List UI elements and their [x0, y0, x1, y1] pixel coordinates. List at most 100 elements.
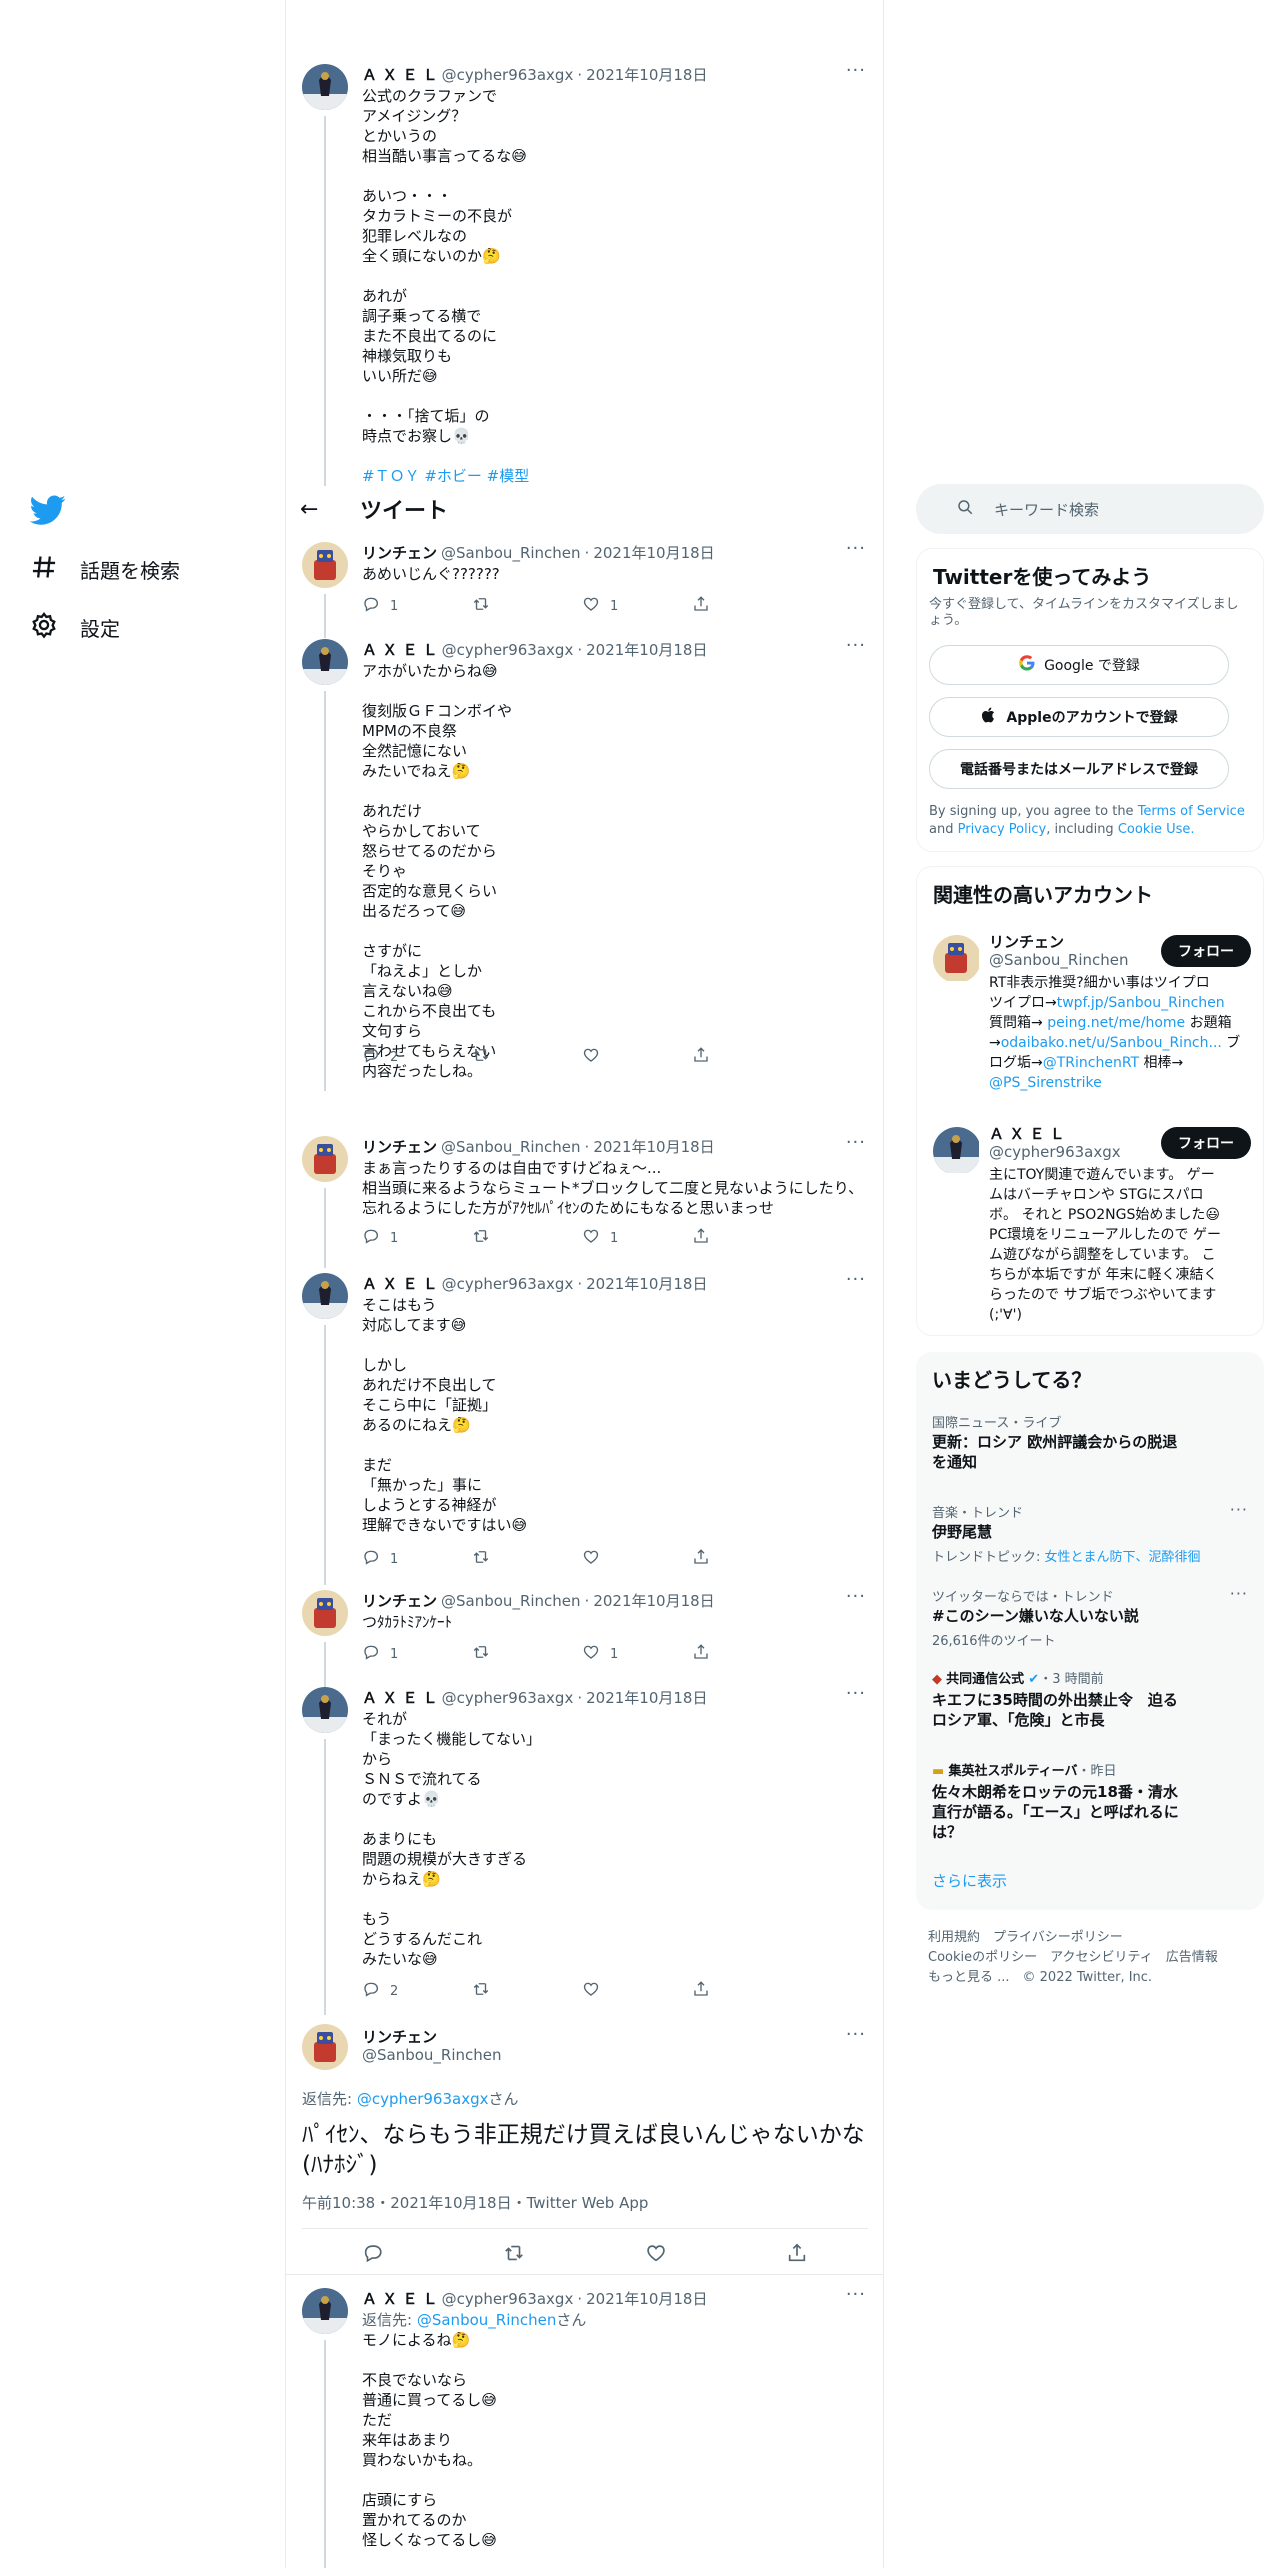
- avatar[interactable]: [302, 1590, 348, 1636]
- footer-links[interactable]: もっと見る ... © 2022 Twitter, Inc.: [928, 1966, 1152, 1985]
- retweet-button[interactable]: [472, 1981, 582, 2001]
- bio-link[interactable]: odaibako.net/u/Sanbou_Rinch...: [1001, 1035, 1222, 1051]
- share-icon[interactable]: [786, 2242, 808, 2268]
- avatar[interactable]: [302, 542, 348, 588]
- reply-button[interactable]: 1: [362, 596, 472, 616]
- trend-item[interactable]: ツイッターならでは・トレンド ··· #このシーン嫌いな人いない説 26,616…: [916, 1584, 1264, 1666]
- follow-button[interactable]: フォロー: [1161, 1127, 1251, 1159]
- author-name[interactable]: Ａ Ｘ Ｅ Ｌ: [362, 639, 438, 660]
- author-name[interactable]: リンチェン: [362, 542, 437, 563]
- tweet-date[interactable]: 2021年10月18日: [586, 639, 707, 660]
- reply-button[interactable]: 1: [362, 1644, 472, 1664]
- tweet[interactable]: Ａ Ｘ Ｅ Ｌ @cypher963axgx · 2021年10月18日 ···…: [286, 1683, 883, 2015]
- news-item[interactable]: ▬ 集英社スポルティーバ・昨日 佐々木朗希をロッテの元18番・清水直行が語る。「…: [916, 1760, 1264, 1856]
- terms-link[interactable]: Terms of Service: [1138, 804, 1245, 819]
- like-button[interactable]: 1: [582, 1228, 692, 1248]
- share-button[interactable]: [692, 1549, 802, 1569]
- author-name[interactable]: リンチェン: [362, 1136, 437, 1157]
- more-icon[interactable]: ···: [846, 2024, 866, 2045]
- trend-item[interactable]: 国際ニュース・ライブ 更新：ロシア 欧州評議会からの脱退を通知: [916, 1412, 1264, 1492]
- more-icon[interactable]: ···: [1230, 1584, 1248, 1603]
- share-button[interactable]: [692, 1047, 802, 1067]
- trend-sub-links[interactable]: 女性とまん防下、泥酔徘徊: [1045, 1550, 1201, 1565]
- cookie-link[interactable]: Cookie Use.: [1118, 822, 1195, 837]
- account-handle[interactable]: @cypher963axgx: [989, 1143, 1121, 1161]
- bio-link[interactable]: peing.net/me/home: [1047, 1015, 1185, 1031]
- more-icon[interactable]: ···: [846, 60, 866, 81]
- avatar[interactable]: [933, 935, 981, 983]
- tweet[interactable]: リンチェン @Sanbou_Rinchen · 2021年10月18日 ··· …: [286, 538, 883, 638]
- reply-icon[interactable]: [362, 2242, 384, 2268]
- like-button[interactable]: [582, 1047, 692, 1067]
- more-icon[interactable]: ···: [846, 1132, 866, 1153]
- account-handle[interactable]: @Sanbou_Rinchen: [989, 951, 1129, 969]
- avatar[interactable]: [302, 1687, 348, 1733]
- bio-link[interactable]: @TRinchenRT: [1043, 1055, 1139, 1071]
- heart-icon[interactable]: [645, 2242, 667, 2268]
- author-name[interactable]: Ａ Ｘ Ｅ Ｌ: [362, 2288, 438, 2309]
- news-item[interactable]: ◆ 共同通信公式 ✔・3 時間前 キエフに35時間の外出禁止令 迫るロシア軍、「…: [916, 1668, 1264, 1748]
- author-name[interactable]: Ａ Ｘ Ｅ Ｌ: [362, 1273, 438, 1294]
- tweet-date[interactable]: 2021年10月18日: [586, 2288, 707, 2309]
- twitter-logo-icon[interactable]: [29, 492, 66, 528]
- more-icon[interactable]: ···: [846, 538, 866, 559]
- account-name[interactable]: リンチェン: [989, 931, 1064, 952]
- share-button[interactable]: [692, 1981, 802, 2001]
- tweet[interactable]: リンチェン @Sanbou_Rinchen · 2021年10月18日 ··· …: [286, 1132, 883, 1268]
- author-handle[interactable]: @cypher963axgx: [442, 1689, 574, 1707]
- trend-item[interactable]: 音楽・トレンド ··· 伊野尾慧 トレンドトピック: 女性とまん防下、泥酔徘徊: [916, 1500, 1264, 1582]
- reply-button[interactable]: 2: [362, 1047, 472, 1067]
- tweet[interactable]: Ａ Ｘ Ｅ Ｌ @cypher963axgx · 2021年10月18日 ···…: [286, 60, 883, 486]
- like-button[interactable]: [582, 1981, 692, 2001]
- reply-button[interactable]: 1: [362, 1228, 472, 1248]
- search-bar[interactable]: キーワード検索: [916, 484, 1264, 534]
- tweet[interactable]: Ａ Ｘ Ｅ Ｌ @cypher963axgx · 2021年10月18日 ···…: [286, 1269, 883, 1585]
- more-icon[interactable]: ···: [846, 1269, 866, 1290]
- footer-links[interactable]: 利用規約 プライバシーポリシー: [928, 1926, 1123, 1945]
- author-name[interactable]: リンチェン: [362, 2026, 437, 2047]
- reply-to-link[interactable]: @cypher963axgx: [357, 2090, 489, 2108]
- reply-button[interactable]: 2: [362, 1981, 472, 2001]
- share-button[interactable]: [692, 596, 802, 616]
- account-card[interactable]: リンチェン @Sanbou_Rinchen フォロー RT非表示推奨?細かい事は…: [917, 927, 1265, 1107]
- like-button[interactable]: 1: [582, 1644, 692, 1664]
- nav-settings[interactable]: 設定: [30, 603, 120, 651]
- author-handle[interactable]: @Sanbou_Rinchen: [441, 1138, 581, 1156]
- tweet[interactable]: Ａ Ｘ Ｅ Ｌ @cypher963axgx · 2021年10月18日 ···…: [286, 2284, 883, 2568]
- retweet-button[interactable]: [472, 1549, 582, 1569]
- author-handle[interactable]: @cypher963axgx: [442, 66, 574, 84]
- google-signup-button[interactable]: Google で登録: [929, 645, 1229, 685]
- back-arrow-icon[interactable]: ←: [300, 497, 330, 522]
- tweet[interactable]: Ａ Ｘ Ｅ Ｌ @cypher963axgx · 2021年10月18日 ···…: [286, 635, 883, 1091]
- like-button[interactable]: [582, 1549, 692, 1569]
- more-icon[interactable]: ···: [846, 635, 866, 656]
- author-handle[interactable]: @Sanbou_Rinchen: [441, 1592, 581, 1610]
- bio-link[interactable]: @PS_Sirenstrike: [989, 1075, 1102, 1091]
- phone-signup-button[interactable]: 電話番号またはメールアドレスで登録: [929, 749, 1229, 789]
- author-handle[interactable]: @Sanbou_Rinchen: [362, 2046, 502, 2064]
- share-button[interactable]: [692, 1228, 802, 1248]
- tweet-date[interactable]: 2021年10月18日: [586, 64, 707, 85]
- author-name[interactable]: Ａ Ｘ Ｅ Ｌ: [362, 64, 438, 85]
- bio-link[interactable]: twpf.jp/Sanbou_Rinchen: [1057, 995, 1225, 1011]
- more-icon[interactable]: ···: [1230, 1500, 1248, 1519]
- avatar[interactable]: [302, 639, 348, 685]
- author-handle[interactable]: @cypher963axgx: [442, 641, 574, 659]
- avatar[interactable]: [302, 1136, 348, 1182]
- tweet[interactable]: リンチェン @Sanbou_Rinchen · 2021年10月18日 ··· …: [286, 1586, 883, 1688]
- author-name[interactable]: Ａ Ｘ Ｅ Ｌ: [362, 1687, 438, 1708]
- more-icon[interactable]: ···: [846, 2284, 866, 2305]
- retweet-icon[interactable]: [503, 2242, 525, 2268]
- tweet-date[interactable]: 2021年10月18日: [593, 1590, 714, 1611]
- avatar[interactable]: [302, 2024, 348, 2070]
- retweet-button[interactable]: [472, 1047, 582, 1067]
- reply-to-link[interactable]: @Sanbou_Rinchen: [417, 2311, 557, 2329]
- nav-explore[interactable]: 話題を検索: [30, 545, 180, 593]
- avatar[interactable]: [302, 64, 348, 110]
- search-input[interactable]: キーワード検索: [994, 499, 1099, 520]
- show-more-link[interactable]: さらに表示: [932, 1870, 1007, 1891]
- like-button[interactable]: 1: [582, 596, 692, 616]
- account-name[interactable]: Ａ Ｘ Ｅ Ｌ: [989, 1123, 1065, 1144]
- share-button[interactable]: [692, 1644, 802, 1664]
- reply-button[interactable]: 1: [362, 1549, 472, 1569]
